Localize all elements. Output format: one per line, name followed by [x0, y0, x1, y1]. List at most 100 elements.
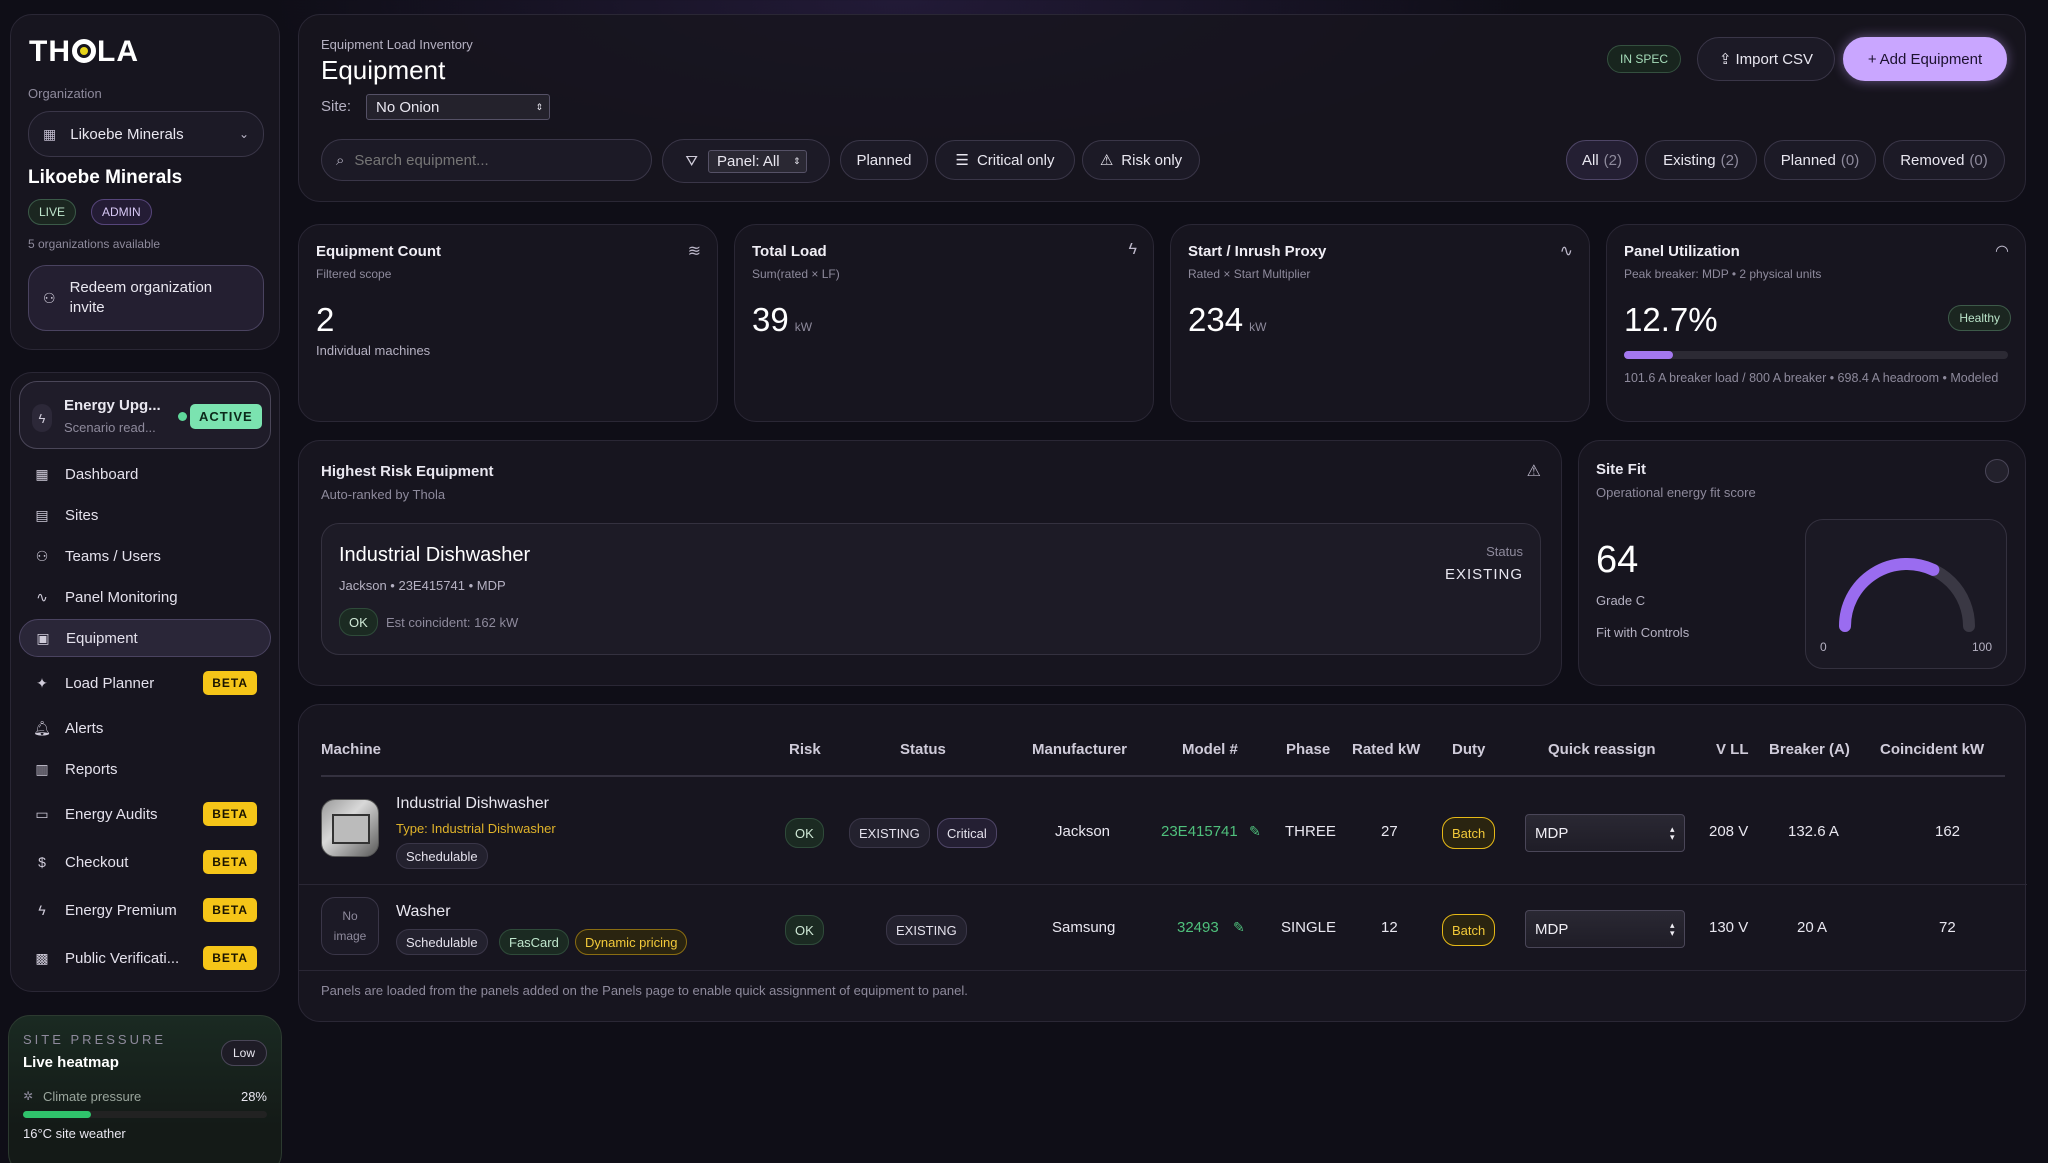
planned-filter-label: Planned	[856, 151, 912, 169]
column-header: Phase	[1286, 741, 1331, 758]
tab-count: (0)	[1969, 151, 1988, 169]
scenario-status-badge: ACTIVE	[190, 404, 262, 429]
search-input[interactable]: ⌕	[321, 139, 652, 181]
kpi-panel-utilization: Panel Utilization Peak breaker: MDP • 2 …	[1606, 224, 2026, 422]
model-number[interactable]: 23E415741	[1161, 823, 1238, 840]
panel-filter-select[interactable]: Panel: All ⇕	[708, 149, 807, 173]
nav-item-panel-monitoring[interactable]: ∿ Panel Monitoring	[19, 578, 271, 616]
select-arrows-icon: ⇕	[793, 155, 801, 166]
highest-risk-card: Highest Risk Equipment Auto-ranked by Th…	[298, 440, 1562, 686]
dynamic-pricing-tag: Dynamic pricing	[575, 929, 688, 955]
fit-gauge	[1839, 558, 1975, 632]
column-header: V LL	[1716, 741, 1749, 758]
risk-ok-badge: OK	[339, 608, 378, 636]
risk-item[interactable]: Industrial Dishwasher Jackson • 23E41574…	[321, 523, 1541, 655]
nav-item-equipment[interactable]: ▣ Equipment	[19, 619, 271, 657]
tab-planned[interactable]: Planned (0)	[1764, 140, 1876, 180]
table-row[interactable]: No image Washer Schedulable FasCard Dyna…	[299, 885, 2027, 971]
warning-icon: ⚠	[1526, 463, 1541, 480]
status-circle-icon	[1985, 459, 2009, 483]
import-csv-button[interactable]: ⇪ Import CSV	[1697, 37, 1835, 81]
manufacturer: Samsung	[1052, 919, 1116, 936]
bolt-icon: ϟ	[1128, 241, 1137, 258]
column-header: Machine	[321, 741, 382, 758]
table-footnote: Panels are loaded from the panels added …	[321, 983, 968, 998]
column-header: Breaker (A)	[1769, 741, 1850, 758]
climate-pressure-label: Climate pressure	[43, 1089, 142, 1104]
import-csv-label: Import CSV	[1735, 50, 1814, 68]
coincident-kw: 72	[1939, 919, 1956, 936]
nav-item-load-planner[interactable]: ✦ Load Planner BETA	[19, 664, 271, 702]
scenario-name: Energy Upg...	[64, 397, 161, 414]
orgs-available: 5 organizations available	[28, 237, 161, 251]
tab-removed[interactable]: Removed (0)	[1883, 140, 2005, 180]
critical-badge: Critical	[937, 818, 997, 848]
nav-item-dashboard[interactable]: ▦ Dashboard	[19, 455, 271, 493]
site-pressure-label: SITE PRESSURE	[23, 1032, 167, 1047]
nav-label: Reports	[65, 760, 118, 778]
kpi-unit: kW	[1249, 320, 1267, 334]
nav-item-checkout[interactable]: $ Checkout BETA	[19, 843, 271, 881]
site-pressure-title: Live heatmap	[23, 1054, 119, 1071]
health-badge: Healthy	[1948, 305, 2011, 331]
critical-only-label: Critical only	[976, 151, 1055, 169]
machine-name: Industrial Dishwasher	[396, 795, 549, 812]
sidebar-nav: ϟ Energy Upg... Scenario read... ACTIVE …	[10, 372, 280, 992]
site-select[interactable]: No Onion ⇕	[366, 94, 550, 120]
duty-badge: Batch	[1442, 817, 1496, 849]
chip-icon: ▣	[36, 629, 50, 646]
equipment-table: Machine Risk Status Manufacturer Model #…	[298, 704, 2027, 1022]
column-header: Model #	[1182, 741, 1238, 758]
add-equipment-button[interactable]: + Add Equipment	[1843, 37, 2007, 81]
planned-filter-chip[interactable]: Planned	[840, 140, 928, 180]
risk-status-label: Status	[1486, 544, 1523, 559]
org-name: Likoebe Minerals	[28, 167, 183, 188]
nav-item-teams-users[interactable]: ⚇ Teams / Users	[19, 537, 271, 575]
section-title: Site Fit	[1596, 461, 1647, 478]
org-select-value: Likoebe Minerals	[70, 125, 184, 143]
nav-item-energy-audits[interactable]: ▭ Energy Audits BETA	[19, 795, 271, 833]
kpi-title: Equipment Count	[316, 243, 441, 260]
redeem-invite-button[interactable]: ⚇ Redeem organization invite	[28, 265, 264, 331]
nav-item-alerts[interactable]: 🔔︎ Alerts	[19, 709, 271, 747]
risk-only-chip[interactable]: ⚠ Risk only	[1082, 140, 1200, 180]
tab-all[interactable]: All (2)	[1566, 140, 1638, 180]
nav-item-public-verification[interactable]: ▩ Public Verificati... BETA	[19, 939, 271, 977]
scenario-sub: Scenario read...	[64, 420, 156, 435]
machine-thumbnail	[321, 799, 379, 857]
phase: SINGLE	[1281, 919, 1337, 936]
live-badge: LIVE	[28, 199, 77, 225]
tab-existing[interactable]: Existing (2)	[1645, 140, 1757, 180]
edit-icon[interactable]: ✎	[1233, 919, 1245, 936]
nav-label: Teams / Users	[65, 547, 161, 565]
redeem-invite-label: Redeem organization invite	[69, 279, 213, 316]
edit-icon[interactable]: ✎	[1249, 823, 1261, 840]
fit-grade: Grade C	[1596, 593, 1646, 608]
kpi-title: Panel Utilization	[1624, 243, 1740, 260]
critical-only-chip[interactable]: ☰ Critical only	[935, 140, 1075, 180]
coincident-kw: 162	[1935, 823, 1961, 840]
table-row[interactable]: Industrial Dishwasher Type: Industrial D…	[299, 777, 2027, 885]
scenario-card[interactable]: ϟ Energy Upg... Scenario read... ACTIVE	[19, 381, 271, 449]
kpi-subtitle: Filtered scope	[316, 267, 392, 281]
nav-item-reports[interactable]: ▥ Reports	[19, 750, 271, 788]
quick-reassign-select[interactable]: MDP	[1525, 910, 1685, 948]
bell-icon: 🔔︎	[33, 719, 51, 736]
search-field[interactable]	[354, 151, 615, 169]
panel-filter[interactable]: ⛛ Panel: All ⇕	[662, 139, 830, 183]
kpi-value: 39	[752, 301, 789, 338]
quick-reassign-select[interactable]: MDP	[1525, 814, 1685, 852]
risk-badge: OK	[785, 818, 824, 848]
climate-pressure-track	[23, 1111, 267, 1118]
users-icon: ⚇	[35, 547, 49, 564]
gauge-track	[1839, 558, 1975, 632]
site-pressure-card: SITE PRESSURE Live heatmap Low ✲ Climate…	[8, 1015, 282, 1163]
column-header: Status	[900, 741, 946, 758]
kpi-value: 12.7%	[1624, 301, 1718, 338]
breaker: 20 A	[1797, 919, 1828, 936]
model-number[interactable]: 32493	[1177, 919, 1219, 936]
nav-item-energy-premium[interactable]: ϟ Energy Premium BETA	[19, 891, 271, 929]
sliders-icon: ☰	[955, 152, 969, 169]
org-select[interactable]: ▦ Likoebe Minerals ⌄	[28, 111, 264, 157]
nav-item-sites[interactable]: ▤ Sites	[19, 496, 271, 534]
